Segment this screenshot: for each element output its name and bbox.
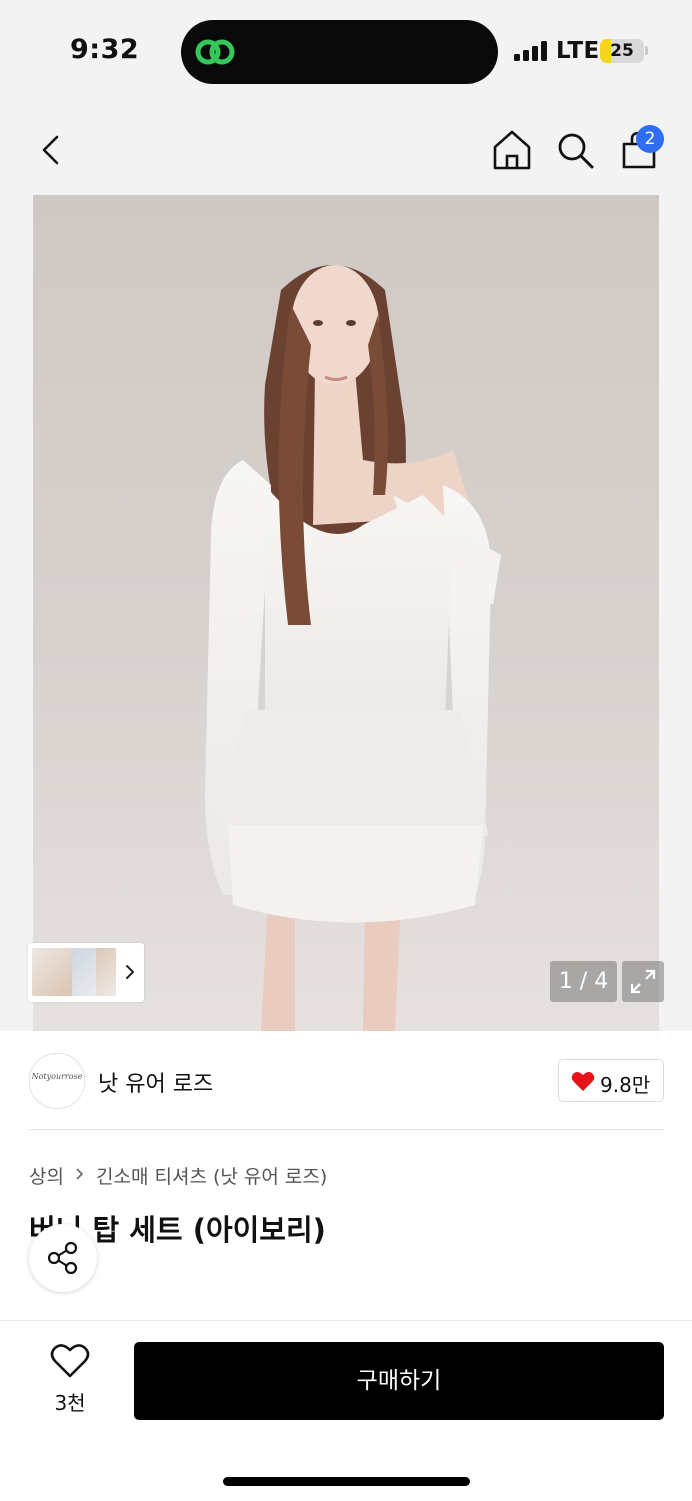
brand-like-button[interactable]: 9.8만	[558, 1059, 664, 1102]
product-photo-model	[205, 265, 501, 1031]
brand-logo-text: Notyourrose	[31, 1072, 83, 1081]
image-page-counter: 1 / 4	[550, 961, 617, 1002]
status-time: 9:32	[70, 34, 140, 65]
product-info: Notyourrose 낫 유어 로즈 9.8만 상의 긴소매 티셔츠 (낫 유…	[0, 1031, 692, 1320]
link-icon	[195, 39, 235, 65]
dynamic-island	[181, 20, 498, 84]
home-icon[interactable]	[490, 128, 534, 172]
share-icon	[47, 1241, 78, 1275]
brand-logo[interactable]: Notyourrose	[29, 1053, 85, 1109]
cart-count-badge[interactable]: 2	[636, 125, 664, 153]
thumbnail-3[interactable]	[96, 948, 116, 996]
wishlist-count: 3천	[54, 1391, 86, 1415]
chevron-left-icon[interactable]	[30, 128, 74, 172]
search-icon[interactable]	[553, 128, 597, 172]
breadcrumb-category[interactable]: 상의	[29, 1162, 64, 1189]
chevron-right-icon	[76, 1168, 84, 1180]
divider	[29, 1129, 664, 1130]
home-indicator[interactable]	[223, 1477, 470, 1486]
expand-icon	[630, 969, 656, 994]
battery-tip	[645, 46, 648, 55]
battery-level: 25	[610, 41, 634, 61]
heart-filled-icon	[571, 1072, 595, 1091]
brand-name[interactable]: 낫 유어 로즈	[98, 1066, 213, 1098]
bottom-action-bar: 3천 구매하기	[0, 1320, 692, 1501]
status-bar: 9:32 LTE 25	[0, 0, 692, 100]
heart-outline-icon[interactable]	[50, 1343, 90, 1379]
thumbnail-2[interactable]	[72, 948, 98, 996]
signal-icon	[514, 41, 550, 61]
thumbnail-strip[interactable]	[28, 943, 144, 1002]
buy-button[interactable]: 구매하기	[134, 1342, 664, 1420]
chevron-right-icon[interactable]	[120, 959, 140, 985]
brand-like-count: 9.8만	[600, 1073, 651, 1097]
battery-icon: 25	[600, 39, 644, 63]
breadcrumb-subcategory[interactable]: 긴소매 티셔츠 (낫 유어 로즈)	[96, 1162, 327, 1189]
thumbnail-1[interactable]	[32, 948, 76, 996]
expand-button[interactable]	[622, 961, 664, 1002]
product-photo[interactable]	[33, 195, 659, 1031]
share-button[interactable]	[29, 1224, 97, 1292]
network-type: LTE	[556, 38, 600, 64]
